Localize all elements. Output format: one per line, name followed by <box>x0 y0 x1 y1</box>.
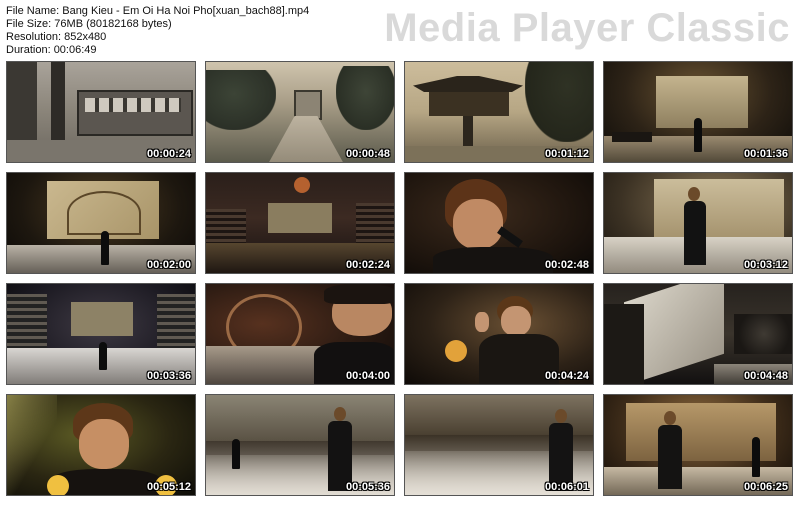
timestamp-label: 00:02:48 <box>544 259 589 271</box>
thumbnail[interactable]: 00:02:24 <box>205 172 395 274</box>
thumbnail[interactable]: 00:00:48 <box>205 61 395 163</box>
thumbnail-image <box>405 62 593 162</box>
resolution-line: Resolution: 852x480 <box>6 31 107 43</box>
file-name-line: File Name: Bang Kieu - Em Oi Ha Noi Pho[… <box>6 5 310 17</box>
timestamp-label: 00:03:36 <box>146 370 191 382</box>
thumbnail-image <box>7 62 195 162</box>
timestamp-label: 00:01:36 <box>743 148 788 160</box>
timestamp-label: 00:00:48 <box>345 148 390 160</box>
thumbnail-image <box>7 284 195 384</box>
timestamp-label: 00:02:24 <box>345 259 390 271</box>
thumbnail-image <box>206 62 394 162</box>
duration-line: Duration: 00:06:49 <box>6 44 97 56</box>
timestamp-label: 00:04:48 <box>743 370 788 382</box>
thumbnail-image <box>405 173 593 273</box>
thumbnail-image <box>7 395 195 495</box>
thumbnail-image <box>405 284 593 384</box>
thumbnail-image <box>604 284 792 384</box>
timestamp-label: 00:01:12 <box>544 148 589 160</box>
timestamp-label: 00:02:00 <box>146 259 191 271</box>
timestamp-label: 00:00:24 <box>146 148 191 160</box>
timestamp-label: 00:06:01 <box>544 481 589 493</box>
thumbnail[interactable]: 00:01:36 <box>603 61 793 163</box>
thumbnail[interactable]: 00:03:36 <box>6 283 196 385</box>
thumbnail-grid: 00:00:24 00:00:48 00:01:12 00:01:36 00:0… <box>6 61 794 499</box>
thumbnail[interactable]: 00:04:00 <box>205 283 395 385</box>
thumbnail[interactable]: 00:05:12 <box>6 394 196 496</box>
thumbnail[interactable]: 00:02:00 <box>6 172 196 274</box>
thumbnail-image <box>604 395 792 495</box>
file-info: File Name: Bang Kieu - Em Oi Ha Noi Pho[… <box>6 5 309 57</box>
thumbnail[interactable]: 00:06:01 <box>404 394 594 496</box>
thumbnail-image <box>206 173 394 273</box>
brand-watermark: Media Player Classic <box>384 6 790 50</box>
file-size-line: File Size: 76MB (80182168 bytes) <box>6 18 172 30</box>
timestamp-label: 00:05:36 <box>345 481 390 493</box>
timestamp-label: 00:06:25 <box>743 481 788 493</box>
thumbnail[interactable]: 00:06:25 <box>603 394 793 496</box>
thumbnail[interactable]: 00:02:48 <box>404 172 594 274</box>
thumbnail[interactable]: 00:01:12 <box>404 61 594 163</box>
thumbnail[interactable]: 00:04:24 <box>404 283 594 385</box>
thumbnail-image <box>206 284 394 384</box>
thumbnail[interactable]: 00:00:24 <box>6 61 196 163</box>
timestamp-label: 00:05:12 <box>146 481 191 493</box>
timestamp-label: 00:04:00 <box>345 370 390 382</box>
timestamp-label: 00:03:12 <box>743 259 788 271</box>
thumbnail-image <box>206 395 394 495</box>
timestamp-label: 00:04:24 <box>544 370 589 382</box>
thumbnail-image <box>604 173 792 273</box>
thumbnail[interactable]: 00:04:48 <box>603 283 793 385</box>
thumbnail[interactable]: 00:05:36 <box>205 394 395 496</box>
thumbnail-image <box>7 173 195 273</box>
thumbnail-image <box>604 62 792 162</box>
thumbnail-image <box>405 395 593 495</box>
thumbnail[interactable]: 00:03:12 <box>603 172 793 274</box>
